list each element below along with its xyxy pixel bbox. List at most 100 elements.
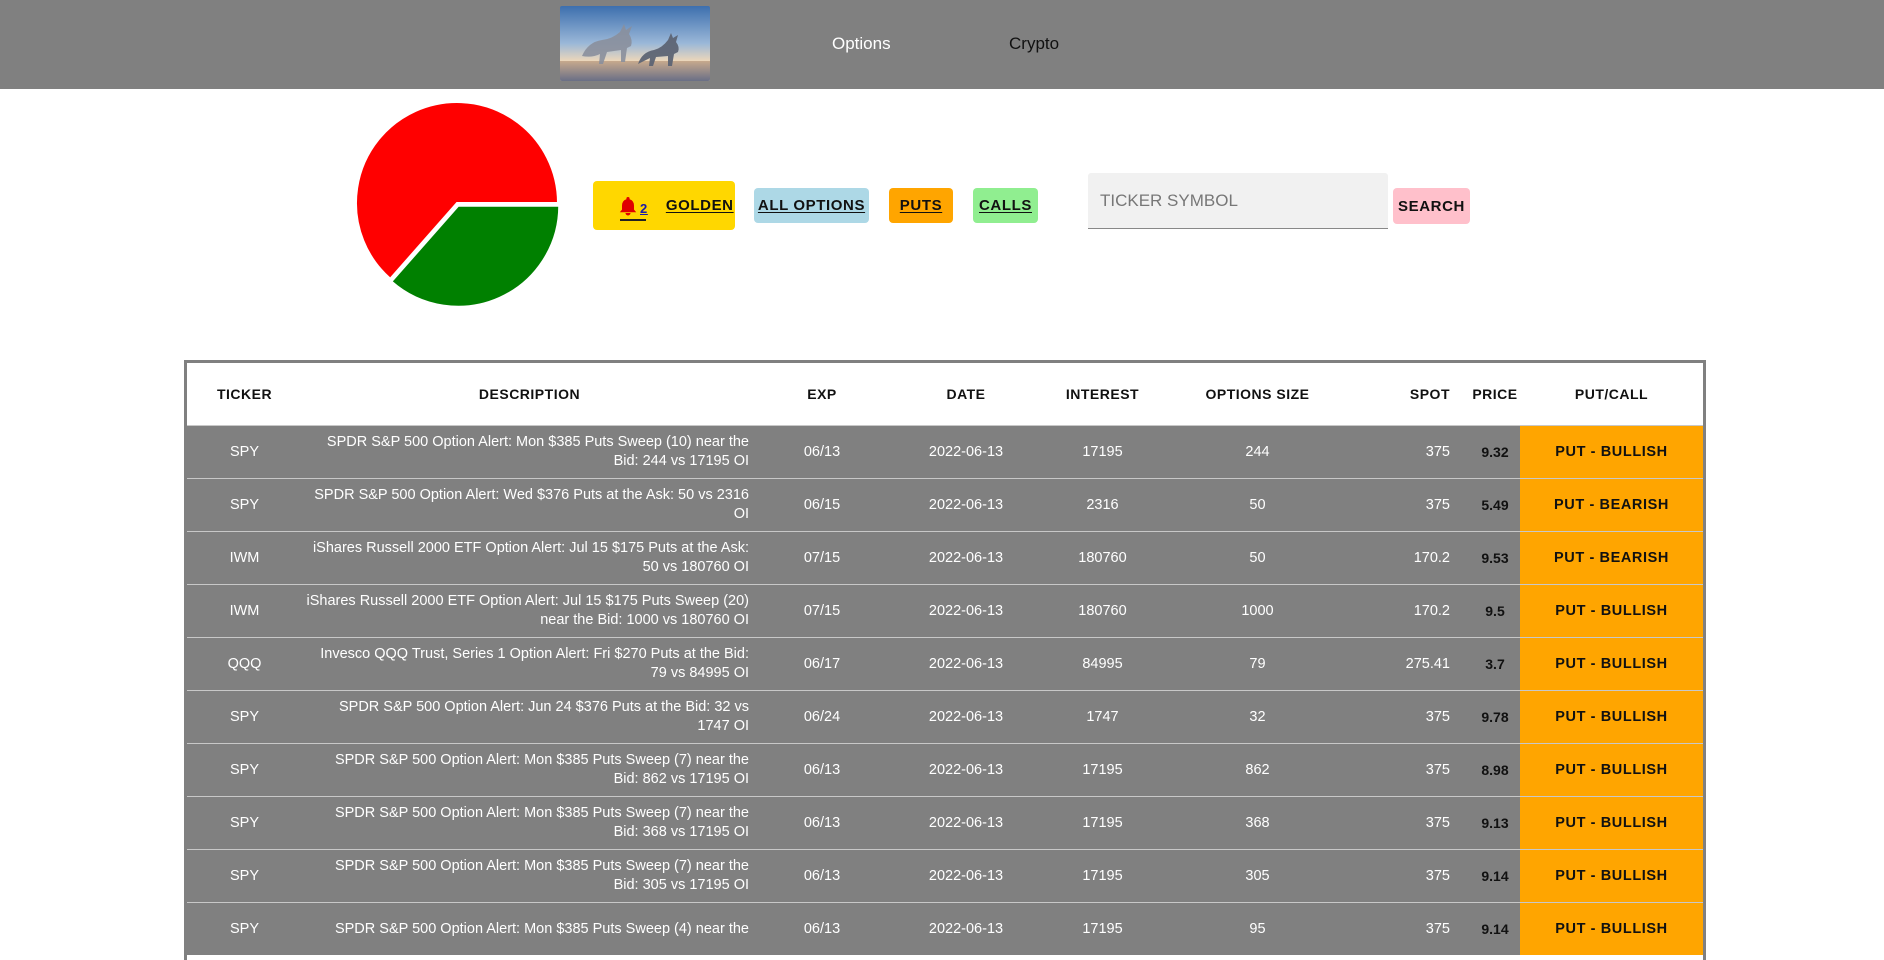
calls-button[interactable]: CALLS [973,188,1038,223]
cell-exp: 07/15 [757,584,887,638]
cell-interest: 1747 [1045,690,1160,744]
column-header-put-call: PUT/CALL [1520,363,1703,426]
cell-spot: 375 [1355,478,1470,532]
cell-exp: 06/15 [757,478,887,532]
golden-label: GOLDEN [665,197,734,214]
cell-interest: 180760 [1045,584,1160,638]
cell-options-size: 1000 [1160,584,1355,638]
cell-description: SPDR S&P 500 Option Alert: Jun 24 $376 P… [302,690,757,744]
cell-description: iShares Russell 2000 ETF Option Alert: J… [302,584,757,638]
calls-label: CALLS [979,197,1032,214]
golden-count: 2 [640,200,648,216]
table-row[interactable]: IWM iShares Russell 2000 ETF Option Alert… [187,531,1703,585]
logo-image[interactable] [560,6,710,81]
cell-date: 2022-06-13 [887,478,1045,532]
table-row[interactable]: SPY SPDR S&P 500 Option Alert: Jun 24 $37… [187,690,1703,744]
all-options-label: ALL OPTIONS [757,197,866,214]
all-options-button[interactable]: ALL OPTIONS [754,188,869,223]
cell-options-size: 50 [1160,478,1355,532]
table-row[interactable]: SPY SPDR S&P 500 Option Alert: Mon $385 P… [187,743,1703,797]
options-table: TICKER DESCRIPTION EXP DATE INTEREST OPT… [187,363,1703,955]
cell-interest: 17195 [1045,849,1160,903]
cell-price: 3.7 [1470,637,1520,691]
cell-ticker: SPY [187,425,302,479]
table-row[interactable]: SPY SPDR S&P 500 Option Alert: Mon $385 P… [187,796,1703,850]
cell-spot: 275.41 [1355,637,1470,691]
table-row[interactable]: QQQ Invesco QQQ Trust, Series 1 Option Al… [187,637,1703,691]
cell-interest: 17195 [1045,796,1160,850]
cell-spot: 170.2 [1355,584,1470,638]
cell-options-size: 32 [1160,690,1355,744]
table-row[interactable]: SPY SPDR S&P 500 Option Alert: Mon $385 P… [187,849,1703,903]
cell-put-call: PUT - BULLISH [1520,743,1703,797]
nav-crypto-link[interactable]: Crypto [1009,34,1059,54]
table-row[interactable]: SPY SPDR S&P 500 Option Alert: Mon $385 P… [187,902,1703,955]
cell-description: SPDR S&P 500 Option Alert: Mon $385 Puts… [302,902,757,955]
puts-button[interactable]: PUTS [889,188,953,223]
cell-exp: 06/13 [757,902,887,955]
cell-price: 9.14 [1470,849,1520,903]
table-row[interactable]: SPY SPDR S&P 500 Option Alert: Wed $376 P… [187,478,1703,532]
cell-date: 2022-06-13 [887,531,1045,585]
cell-interest: 17195 [1045,902,1160,955]
cell-spot: 375 [1355,796,1470,850]
puts-label: PUTS [899,197,943,214]
cell-ticker: SPY [187,743,302,797]
cell-spot: 375 [1355,743,1470,797]
cell-description: SPDR S&P 500 Option Alert: Wed $376 Puts… [302,478,757,532]
nav-options-link[interactable]: Options [832,34,891,54]
cell-date: 2022-06-13 [887,902,1045,955]
cell-price: 9.5 [1470,584,1520,638]
options-table-container[interactable]: TICKER DESCRIPTION EXP DATE INTEREST OPT… [184,360,1706,960]
cell-price: 9.53 [1470,531,1520,585]
cell-spot: 375 [1355,902,1470,955]
cell-exp: 06/13 [757,849,887,903]
column-header-price: PRICE [1470,363,1520,426]
cell-options-size: 368 [1160,796,1355,850]
cell-options-size: 79 [1160,637,1355,691]
cell-ticker: SPY [187,796,302,850]
cell-put-call: PUT - BULLISH [1520,849,1703,903]
cell-description: SPDR S&P 500 Option Alert: Mon $385 Puts… [302,796,757,850]
cell-date: 2022-06-13 [887,584,1045,638]
bell-icon [619,196,637,215]
cell-description: SPDR S&P 500 Option Alert: Mon $385 Puts… [302,743,757,797]
cell-exp: 06/13 [757,743,887,797]
cell-ticker: SPY [187,849,302,903]
cell-date: 2022-06-13 [887,743,1045,797]
cell-exp: 07/15 [757,531,887,585]
cell-date: 2022-06-13 [887,690,1045,744]
cell-put-call: PUT - BULLISH [1520,690,1703,744]
cell-spot: 375 [1355,425,1470,479]
cell-options-size: 95 [1160,902,1355,955]
cell-ticker: IWM [187,584,302,638]
cell-description: SPDR S&P 500 Option Alert: Mon $385 Puts… [302,425,757,479]
cell-put-call: PUT - BEARISH [1520,478,1703,532]
cell-ticker: SPY [187,902,302,955]
puts-calls-pie-chart [355,101,561,308]
column-header-ticker: TICKER [187,363,302,426]
cell-spot: 375 [1355,849,1470,903]
column-header-options-size: OPTIONS SIZE [1160,363,1355,426]
search-label: SEARCH [1398,197,1465,215]
top-nav-bar: Options Crypto [0,0,1884,89]
cell-exp: 06/24 [757,690,887,744]
table-row[interactable]: IWM iShares Russell 2000 ETF Option Alert… [187,584,1703,638]
cell-interest: 17195 [1045,425,1160,479]
golden-filter-button[interactable]: 2 GOLDEN [593,181,735,230]
cell-date: 2022-06-13 [887,637,1045,691]
cell-date: 2022-06-13 [887,425,1045,479]
cell-interest: 180760 [1045,531,1160,585]
cell-price: 9.13 [1470,796,1520,850]
alert-bell: 2 [619,196,648,221]
cell-interest: 2316 [1045,478,1160,532]
cell-ticker: QQQ [187,637,302,691]
ticker-search-input[interactable] [1088,173,1388,229]
cell-put-call: PUT - BULLISH [1520,425,1703,479]
table-row[interactable]: SPY SPDR S&P 500 Option Alert: Mon $385 P… [187,425,1703,479]
cell-exp: 06/17 [757,637,887,691]
cell-price: 5.49 [1470,478,1520,532]
cell-ticker: IWM [187,531,302,585]
search-button[interactable]: SEARCH [1393,188,1470,224]
cell-price: 9.32 [1470,425,1520,479]
